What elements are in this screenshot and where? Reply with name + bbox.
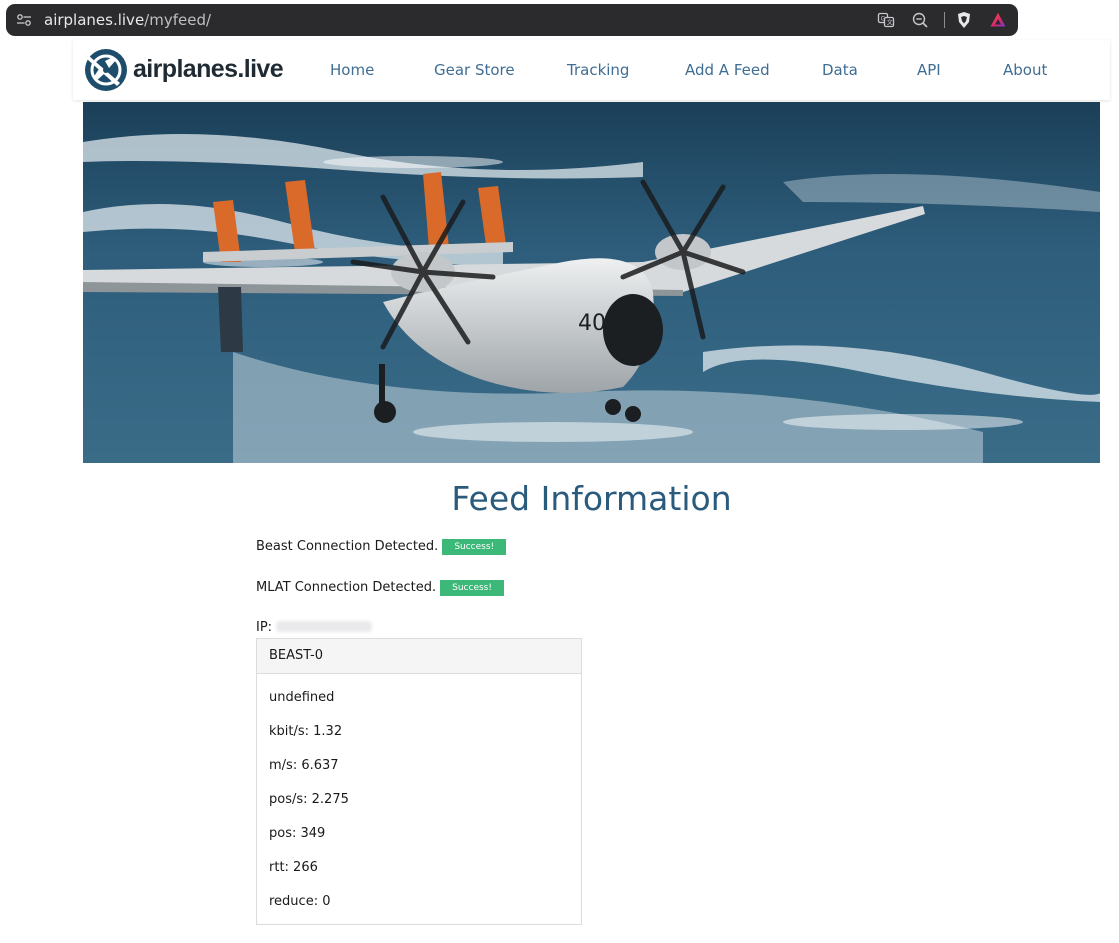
aircraft-number: 40 xyxy=(578,311,606,336)
browser-toolbar: airplanes.live/myfeed/ G 文 xyxy=(0,0,1119,40)
url-path: /myfeed/ xyxy=(144,11,212,29)
url-text[interactable]: airplanes.live/myfeed/ xyxy=(44,11,211,29)
translate-icon[interactable]: G 文 xyxy=(877,11,895,29)
card-header: BEAST-0 xyxy=(257,639,581,674)
ip-label: IP: xyxy=(256,620,273,635)
nav-about[interactable]: About xyxy=(1003,61,1047,79)
nav-add-a-feed[interactable]: Add A Feed xyxy=(685,61,770,79)
site-logo[interactable]: airplanes.live xyxy=(83,47,284,93)
stat-kbits: kbit/s: 1.32 xyxy=(269,724,343,739)
nav-home[interactable]: Home xyxy=(330,61,374,79)
logo-text: airplanes.live xyxy=(133,55,284,83)
stat-undefined: undefined xyxy=(269,690,335,705)
brave-rewards-icon[interactable] xyxy=(989,11,1007,29)
nav-tracking[interactable]: Tracking xyxy=(567,61,629,79)
beast-status: Beast Connection Detected. Success! xyxy=(256,539,507,555)
aircraft-photo: 40 xyxy=(83,102,1100,463)
nav-data[interactable]: Data xyxy=(822,61,858,79)
airplane-logo-icon xyxy=(85,49,127,91)
stat-reduce: reduce: 0 xyxy=(269,894,331,909)
stat-positions-per-second: pos/s: 2.275 xyxy=(269,792,349,807)
svg-text:文: 文 xyxy=(887,19,893,27)
stat-rtt: rtt: 266 xyxy=(269,860,318,875)
beast-connection-card: BEAST-0 undefined kbit/s: 1.32 m/s: 6.63… xyxy=(256,638,582,925)
beast-status-text: Beast Connection Detected. xyxy=(256,539,439,554)
toolbar-divider xyxy=(944,12,945,28)
brave-shields-icon[interactable] xyxy=(955,11,973,29)
site-header: airplanes.live Home Gear Store Tracking … xyxy=(73,40,1110,100)
ip-row: IP: xyxy=(256,620,373,635)
zoom-out-icon[interactable] xyxy=(911,11,929,29)
svg-text:G: G xyxy=(881,16,886,23)
beast-success-badge: Success! xyxy=(442,539,507,555)
page-title: Feed Information xyxy=(451,479,732,518)
site-settings-icon[interactable] xyxy=(16,13,32,27)
address-bar[interactable]: airplanes.live/myfeed/ G 文 xyxy=(6,4,1018,36)
stat-positions: pos: 349 xyxy=(269,826,326,841)
nav-gear-store[interactable]: Gear Store xyxy=(434,61,515,79)
mlat-status-text: MLAT Connection Detected. xyxy=(256,580,437,595)
hero-image: 40 xyxy=(83,102,1100,463)
ip-value-redacted xyxy=(276,621,373,632)
url-host: airplanes.live xyxy=(44,11,145,29)
mlat-success-badge: Success! xyxy=(440,580,504,596)
stat-messages-per-second: m/s: 6.637 xyxy=(269,758,339,773)
mlat-status: MLAT Connection Detected. Success! xyxy=(256,580,504,596)
nav-api[interactable]: API xyxy=(917,61,941,79)
